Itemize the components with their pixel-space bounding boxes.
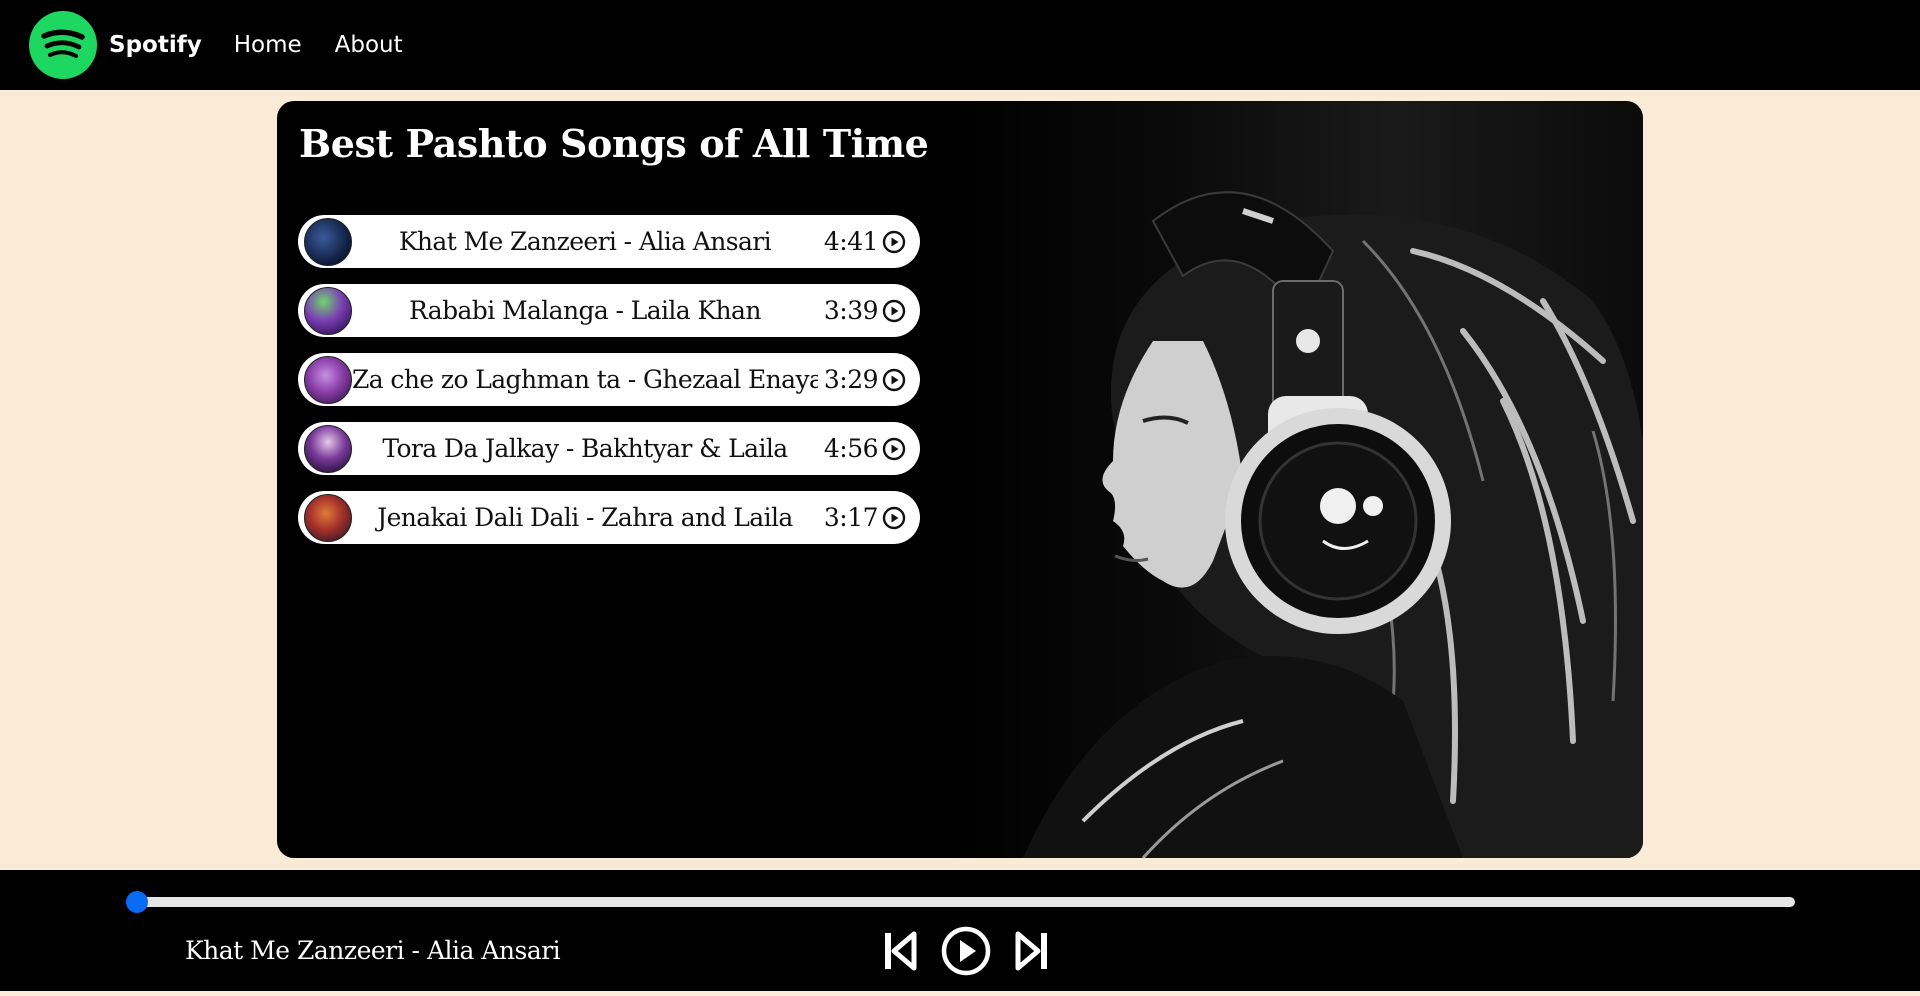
duration-text: 3:39 — [823, 296, 879, 325]
playlist-title: Best Pashto Songs of All Time — [299, 121, 929, 166]
song-duration: 3:39 — [824, 296, 906, 325]
now-playing-title: Khat Me Zanzeeri - Alia Ansari — [185, 936, 561, 965]
duration-text: 4:56 — [823, 434, 879, 463]
nav-link-home[interactable]: Home — [234, 32, 302, 58]
song-item-3[interactable]: Za che zo Laghman ta - Ghezaal Enayat 3:… — [298, 353, 920, 406]
song-duration: 4:56 — [824, 434, 906, 463]
player-bar: Khat Me Zanzeeri - Alia Ansari — [0, 870, 1920, 991]
song-item-2[interactable]: Rababi Malanga - Laila Khan 3:39 — [298, 284, 920, 337]
song-title: Rababi Malanga - Laila Khan — [409, 296, 761, 325]
playback-controls — [883, 926, 1049, 976]
play-circle-icon[interactable] — [941, 926, 991, 976]
play-circle-icon[interactable] — [882, 299, 906, 323]
page-bottom-strip — [0, 991, 1920, 996]
spotify-logo-icon[interactable] — [29, 11, 97, 79]
song-duration: 3:17 — [824, 503, 906, 532]
previous-icon[interactable] — [883, 931, 917, 971]
playlist-card: Best Pashto Songs of All Time Khat Me Za… — [277, 101, 1643, 858]
song-item-4[interactable]: Tora Da Jalkay - Bakhtyar & Laila 4:56 — [298, 422, 920, 475]
song-thumbnail — [304, 217, 352, 266]
song-thumbnail — [304, 493, 352, 542]
progress-slider-thumb[interactable] — [126, 891, 148, 913]
duration-text: 3:17 — [823, 503, 879, 532]
progress-slider[interactable] — [135, 897, 1795, 907]
song-thumbnail — [304, 355, 352, 404]
play-circle-icon[interactable] — [882, 368, 906, 392]
play-circle-icon[interactable] — [882, 437, 906, 461]
song-duration: 3:29 — [824, 365, 906, 394]
song-title: Khat Me Zanzeeri - Alia Ansari — [398, 227, 772, 256]
song-list: Khat Me Zanzeeri - Alia Ansari 4:41 Raba… — [298, 215, 920, 560]
duration-text: 4:41 — [823, 227, 879, 256]
song-title: Za che zo Laghman ta - Ghezaal Enayat — [352, 365, 818, 394]
duration-text: 3:29 — [823, 365, 879, 394]
song-item-5[interactable]: Jenakai Dali Dali - Zahra and Laila 3:17 — [298, 491, 920, 544]
song-title: Jenakai Dali Dali - Zahra and Laila — [377, 503, 793, 532]
brand-name[interactable]: Spotify — [109, 32, 202, 58]
song-item-1[interactable]: Khat Me Zanzeeri - Alia Ansari 4:41 — [298, 215, 920, 268]
song-thumbnail — [304, 286, 352, 335]
song-thumbnail — [304, 424, 352, 473]
song-title: Tora Da Jalkay - Bakhtyar & Laila — [382, 434, 788, 463]
navbar: Spotify Home About — [0, 0, 1920, 90]
hero-image-headphones-woman — [943, 101, 1643, 858]
play-circle-icon[interactable] — [882, 230, 906, 254]
play-circle-icon[interactable] — [882, 506, 906, 530]
next-icon[interactable] — [1015, 931, 1049, 971]
song-duration: 4:41 — [824, 227, 906, 256]
nav-link-about[interactable]: About — [335, 32, 403, 58]
